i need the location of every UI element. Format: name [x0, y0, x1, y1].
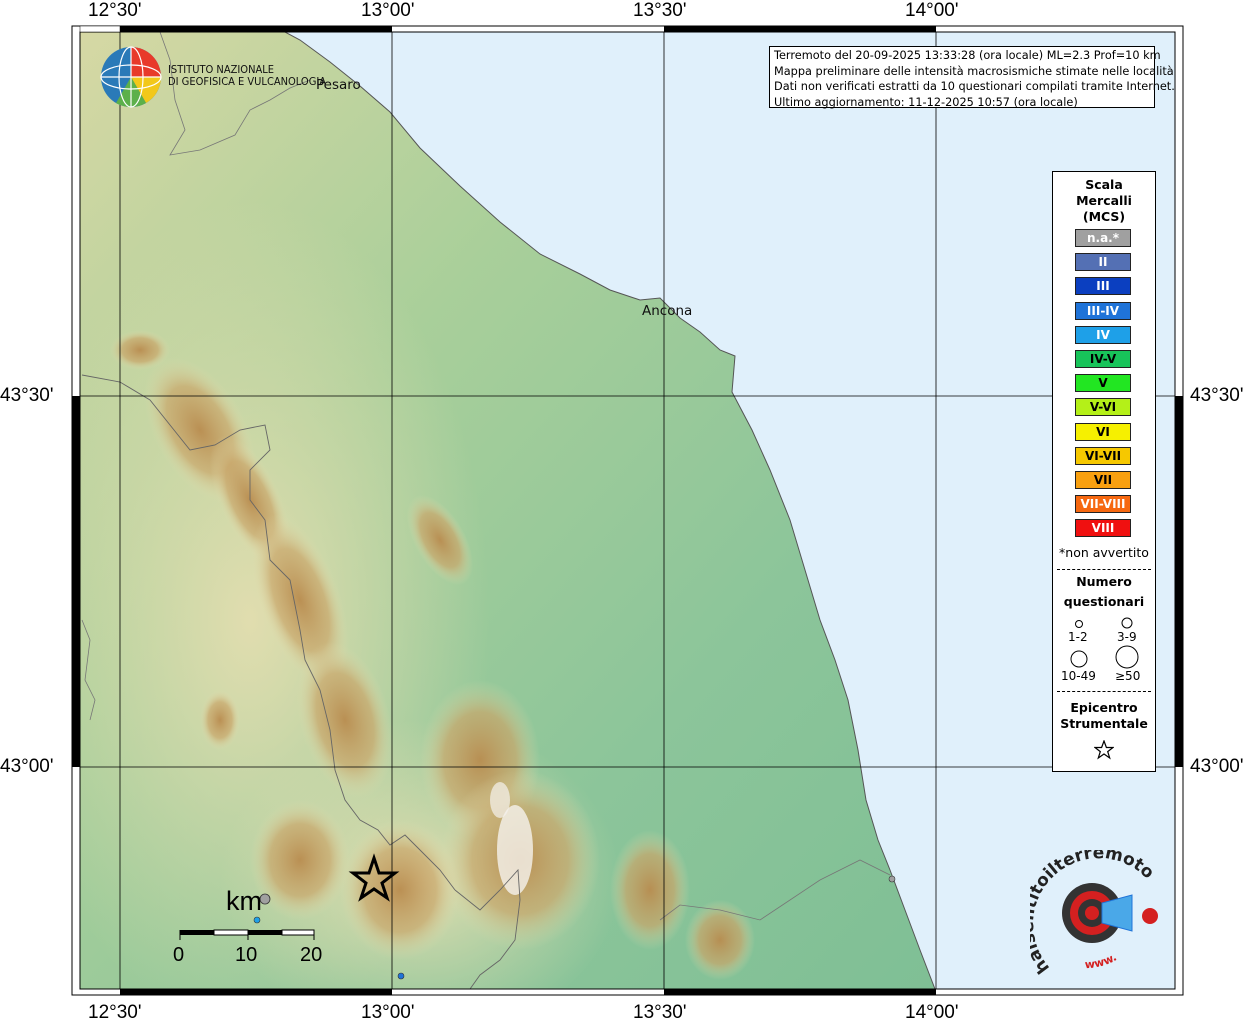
lat-tick-right-2: 43°00' — [1190, 756, 1244, 777]
intensity-swatch-ii: II — [1075, 253, 1131, 272]
intensity-swatch-vi: VI — [1075, 422, 1131, 441]
intensity-swatch-v: V — [1075, 374, 1131, 393]
intensity-swatch-n-a: n.a.* — [1075, 229, 1131, 247]
legend-star-icon — [1094, 740, 1114, 760]
intensity-swatch-iv: IV — [1075, 325, 1131, 344]
observation-point-blue[interactable] — [253, 916, 261, 924]
observation-point-blue-2[interactable] — [397, 972, 405, 980]
lon-tick-top-2: 13°00' — [361, 0, 415, 21]
event-info-line2: Mappa preliminare delle intensità macros… — [774, 64, 1174, 78]
event-info-box: Terremoto del 20-09-2025 13:33:28 (ora l… — [769, 46, 1175, 109]
city-label-ancona: Ancona — [642, 303, 693, 319]
lon-tick-top-1: 12°30' — [88, 0, 142, 21]
count-label-3-9: 3-9 — [1117, 630, 1137, 644]
intensity-swatch-v-vi: V-VI — [1075, 398, 1131, 417]
count-symbol-medium — [1121, 617, 1133, 629]
count-label-10-49: 10-49 — [1061, 669, 1096, 683]
lat-tick-right-1: 43°30' — [1190, 385, 1244, 406]
lon-tick-top-4: 14°00' — [905, 0, 959, 21]
count-label-1-2: 1-2 — [1068, 630, 1088, 644]
not-felt-note: *non avvertito — [1059, 545, 1149, 560]
legend-title-line2: Mercalli — [1076, 193, 1132, 208]
count-symbol-small — [1075, 620, 1083, 628]
intensity-swatch-vii: VII — [1075, 471, 1131, 489]
event-info-line1: Terremoto del 20-09-2025 13:33:28 (ora l… — [774, 49, 1161, 62]
observation-point-gray-2[interactable] — [888, 875, 896, 883]
count-symbol-xlarge — [1115, 645, 1139, 669]
legend-title: Scala Mercalli (MCS) — [1053, 177, 1155, 225]
scale-label-10: 10 — [235, 944, 258, 966]
count-title: Numero questionari — [1053, 572, 1155, 612]
scale-label-0: 0 — [173, 944, 185, 966]
ingv-logo-icon — [100, 46, 162, 108]
legend-title-line3: (MCS) — [1082, 209, 1126, 224]
epicenter-title-line2: Strumentale — [1060, 716, 1148, 731]
lat-tick-left-2: 43°00' — [0, 756, 54, 777]
site-logo-text: haisentitoilterremoto.it www. — [1030, 850, 1158, 977]
institute-name: ISTITUTO NAZIONALE DI GEOFISICA E VULCAN… — [168, 64, 326, 88]
scale-label-20: 20 — [300, 944, 323, 966]
institute-name-line2: DI GEOFISICA E VULCANOLOGIA — [168, 75, 327, 88]
event-info-line3: Dati non verificati estratti da 10 quest… — [774, 80, 1175, 93]
intensity-swatch-iii-iv: III-IV — [1075, 301, 1131, 320]
lon-tick-bottom-1: 12°30' — [88, 1002, 142, 1023]
legend-title-line1: Scala — [1085, 177, 1123, 192]
intensity-swatch-vi-vii: VI-VII — [1075, 446, 1131, 465]
svg-text:www.: www. — [1084, 951, 1119, 972]
legend-separator-1 — [1057, 569, 1151, 570]
count-symbol-large — [1070, 650, 1088, 668]
intensity-swatch-iv-v: IV-V — [1075, 350, 1131, 368]
intensity-swatch-iii: III — [1075, 277, 1131, 296]
event-info-line4: Ultimo aggiornamento: 11-12-2025 10:57 (… — [774, 95, 1078, 109]
scale-unit-label: km — [226, 886, 262, 916]
epicenter-title-line1: Epicentro — [1070, 700, 1138, 715]
count-label-50: ≥50 — [1115, 669, 1141, 683]
intensity-swatch-viii: VIII — [1075, 519, 1131, 538]
count-title-line1: Numero — [1076, 574, 1132, 589]
legend-panel: Scala Mercalli (MCS) n.a.* II III III-IV IV I… — [1052, 171, 1156, 772]
epicenter-title: Epicentro Strumentale — [1053, 700, 1155, 732]
lon-tick-top-3: 13°30' — [633, 0, 687, 21]
intensity-swatch-vii-viii: VII-VIII — [1075, 495, 1131, 514]
count-title-line2: questionari — [1063, 594, 1145, 609]
lat-tick-left-1: 43°30' — [0, 385, 54, 406]
lon-tick-bottom-4: 14°00' — [905, 1002, 959, 1023]
legend-separator-2 — [1057, 691, 1151, 692]
lon-tick-bottom-3: 13°30' — [633, 1002, 687, 1023]
site-logo-prefix: www. — [1084, 951, 1119, 972]
lon-tick-bottom-2: 13°00' — [361, 1002, 415, 1023]
